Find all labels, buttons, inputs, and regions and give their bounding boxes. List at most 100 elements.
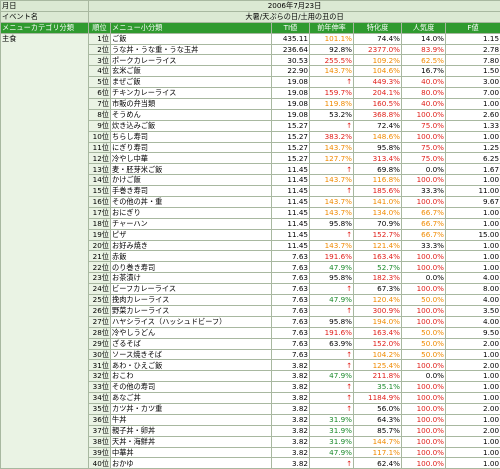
event-row: イベント名 大暑/天ぷらの日/土用の丑の日 — [1, 11, 500, 22]
f-value-cell: 1.00 — [446, 458, 500, 469]
f-value-cell: 1.50 — [446, 66, 500, 77]
popularity-cell: 100.0% — [402, 393, 446, 404]
prev-growth-cell: ↑ — [310, 164, 354, 175]
menu-cell: にぎり寿司 — [111, 142, 272, 153]
ti-cell: 3.82 — [272, 414, 310, 425]
f-value-cell: 4.00 — [446, 295, 500, 306]
specialization-cell: 72.4% — [354, 120, 402, 131]
rank-cell: 23位 — [89, 273, 111, 284]
specialization-cell: 74.4% — [354, 33, 402, 44]
ti-cell: 3.82 — [272, 458, 310, 469]
f-value-cell: 1.00 — [446, 349, 500, 360]
menu-cell: ビーフカレーライス — [111, 284, 272, 295]
menu-cell: 赤飯 — [111, 251, 272, 262]
specialization-cell: 64.3% — [354, 414, 402, 425]
menu-cell: あわ・ひえご飯 — [111, 360, 272, 371]
menu-cell: その他の丼・重 — [111, 197, 272, 208]
ti-cell: 19.08 — [272, 77, 310, 88]
menu-cell: ちらし寿司 — [111, 131, 272, 142]
prev-growth-cell: 143.7% — [310, 197, 354, 208]
date-row: 月日 2006年7月23日 — [1, 1, 500, 12]
ti-cell: 11.45 — [272, 175, 310, 186]
f-value-cell: 1.00 — [446, 175, 500, 186]
f-value-cell: 4.00 — [446, 316, 500, 327]
specialization-cell: 62.4% — [354, 458, 402, 469]
ti-cell: 11.45 — [272, 164, 310, 175]
f-value-cell: 1.00 — [446, 393, 500, 404]
menu-cell: ざるそば — [111, 338, 272, 349]
ti-cell: 11.45 — [272, 218, 310, 229]
f-value-cell: 2.60 — [446, 109, 500, 120]
menu-cell: 挽肉カレーライス — [111, 295, 272, 306]
menu-cell: まぜご飯 — [111, 77, 272, 88]
ti-cell: 15.27 — [272, 131, 310, 142]
popularity-cell: 100.0% — [402, 425, 446, 436]
column-header-row: メニューカテゴリ分類 順位 メニュー小分類 TI値 前年伸率 特化度 人気度 F… — [1, 22, 500, 33]
specialization-cell: 148.6% — [354, 131, 402, 142]
specialization-cell: 104.6% — [354, 66, 402, 77]
specialization-cell: 120.4% — [354, 295, 402, 306]
ti-cell: 7.63 — [272, 327, 310, 338]
f-value-cell: 1.67 — [446, 164, 500, 175]
menu-cell: あなご丼 — [111, 393, 272, 404]
specialization-cell: 185.6% — [354, 186, 402, 197]
popularity-cell: 0.0% — [402, 273, 446, 284]
prev-growth-cell: ↑ — [310, 186, 354, 197]
ranking-table: 月日 2006年7月23日 イベント名 大暑/天ぷらの日/土用の丑の日 メニュー… — [0, 0, 500, 469]
prev-growth-cell: ↑ — [310, 403, 354, 414]
category-cell: 主食 — [1, 33, 89, 469]
event-label: イベント名 — [1, 11, 89, 22]
menu-cell: カツ丼・カツ重 — [111, 403, 272, 414]
rank-cell: 10位 — [89, 131, 111, 142]
prev-growth-cell: ↑ — [310, 382, 354, 393]
rank-cell: 8位 — [89, 109, 111, 120]
ti-cell: 11.45 — [272, 240, 310, 251]
menu-cell: ポークカレーライス — [111, 55, 272, 66]
f-value-cell: 1.00 — [446, 207, 500, 218]
ti-cell: 11.45 — [272, 186, 310, 197]
prev-growth-cell: 95.8% — [310, 273, 354, 284]
rank-cell: 32位 — [89, 371, 111, 382]
f-value-cell: 2.00 — [446, 338, 500, 349]
ti-cell: 3.82 — [272, 447, 310, 458]
popularity-cell: 33.3% — [402, 186, 446, 197]
specialization-cell: 313.4% — [354, 153, 402, 164]
popularity-cell: 75.0% — [402, 142, 446, 153]
rank-cell: 29位 — [89, 338, 111, 349]
specialization-cell: 368.8% — [354, 109, 402, 120]
specialization-cell: 1184.9% — [354, 393, 402, 404]
table-row[interactable]: 主食1位ご飯435.11101.1%74.4%14.0%1.15 — [1, 33, 500, 44]
rank-cell: 22位 — [89, 262, 111, 273]
ti-cell: 11.45 — [272, 197, 310, 208]
popularity-cell: 62.5% — [402, 55, 446, 66]
specialization-cell: 70.9% — [354, 218, 402, 229]
col-header-prev: 前年伸率 — [310, 22, 354, 33]
rank-cell: 5位 — [89, 77, 111, 88]
f-value-cell: 2.00 — [446, 425, 500, 436]
menu-cell: ご飯 — [111, 33, 272, 44]
rank-cell: 34位 — [89, 393, 111, 404]
specialization-cell: 109.2% — [354, 55, 402, 66]
rank-cell: 7位 — [89, 99, 111, 110]
popularity-cell: 40.0% — [402, 77, 446, 88]
popularity-cell: 50.0% — [402, 349, 446, 360]
f-value-cell: 1.00 — [446, 99, 500, 110]
menu-cell: おこわ — [111, 371, 272, 382]
prev-growth-cell: ↑ — [310, 284, 354, 295]
prev-growth-cell: 47.9% — [310, 447, 354, 458]
menu-cell: 麦・胚芽米ご飯 — [111, 164, 272, 175]
f-value-cell: 7.00 — [446, 88, 500, 99]
rank-cell: 31位 — [89, 360, 111, 371]
prev-growth-cell: ↑ — [310, 305, 354, 316]
menu-cell: 親子丼・卵丼 — [111, 425, 272, 436]
menu-cell: そうめん — [111, 109, 272, 120]
specialization-cell: 2377.0% — [354, 44, 402, 55]
prev-growth-cell: 143.7% — [310, 207, 354, 218]
popularity-cell: 100.0% — [402, 403, 446, 414]
rank-cell: 20位 — [89, 240, 111, 251]
f-value-cell: 4.00 — [446, 273, 500, 284]
f-value-cell: 1.00 — [446, 251, 500, 262]
specialization-cell: 141.0% — [354, 197, 402, 208]
specialization-cell: 211.8% — [354, 371, 402, 382]
popularity-cell: 14.0% — [402, 33, 446, 44]
